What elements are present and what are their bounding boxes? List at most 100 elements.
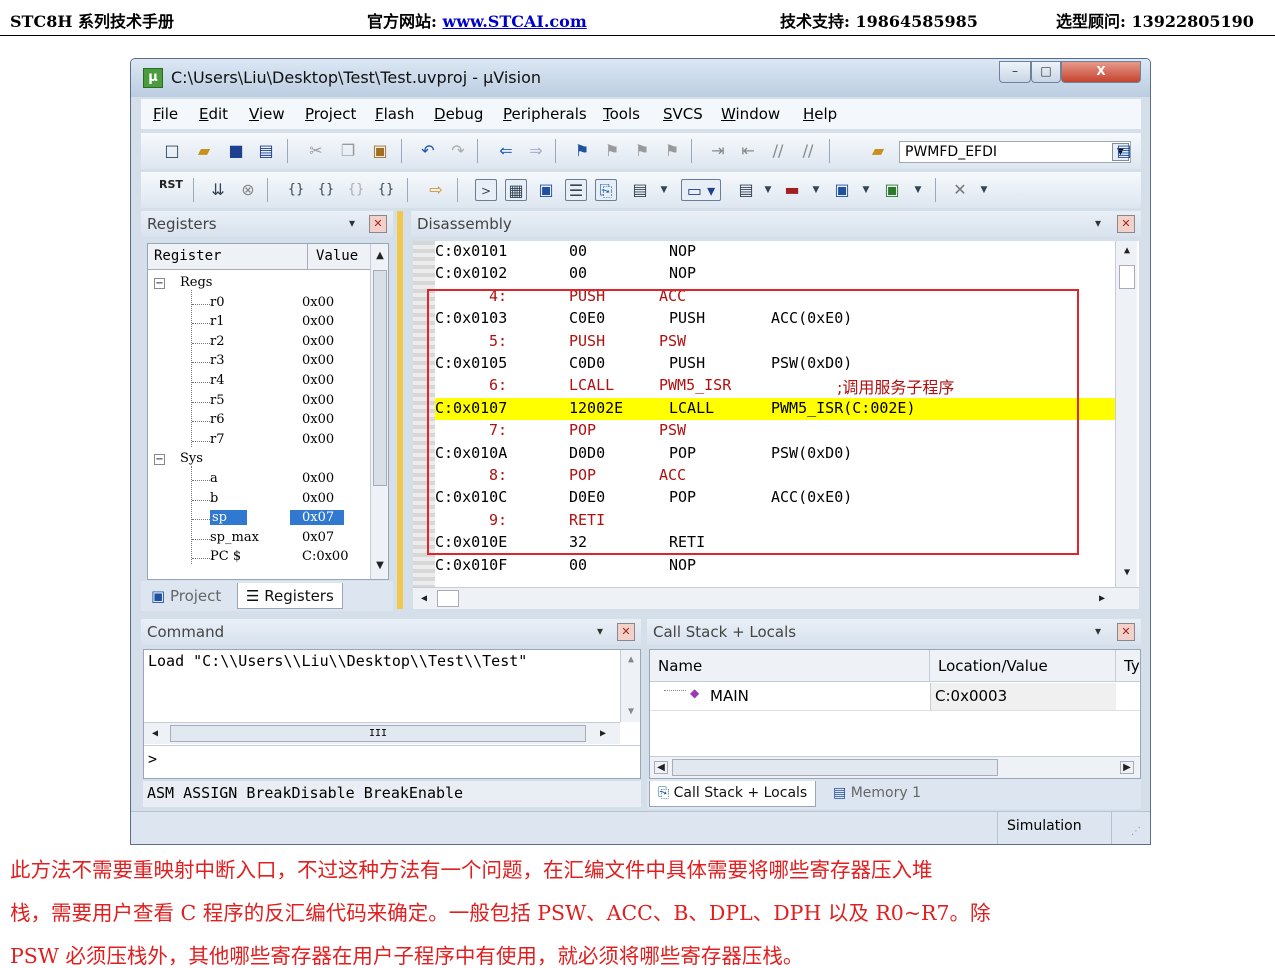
bookmark-icon[interactable]: ⚑ (571, 140, 593, 162)
cut-icon[interactable]: ✂ (305, 140, 327, 162)
scroll-right-icon[interactable]: ▶ (1120, 761, 1134, 774)
collapse-icon[interactable]: − (154, 278, 165, 289)
register-value[interactable]: 0x00 (302, 353, 334, 368)
scroll-down-icon[interactable]: ▼ (372, 560, 388, 571)
pin-icon[interactable]: ▾ (349, 216, 355, 230)
nav-back-icon[interactable]: ⇐ (495, 140, 517, 162)
minimize-button[interactable]: – (999, 61, 1031, 83)
save-all-icon[interactable]: ▤ (255, 140, 277, 162)
disassembly-line[interactable]: C:0x0103 C0E0 PUSH ACC(0xE0) (435, 308, 1115, 330)
undo-icon[interactable]: ↶ (417, 140, 439, 162)
command-hscroll[interactable]: ◀ III ▶ (144, 722, 620, 744)
source-line[interactable]: 5: PUSH PSW (435, 331, 1115, 353)
register-value[interactable]: 0x07 (302, 530, 334, 545)
command-input[interactable]: > (144, 745, 640, 773)
register-row[interactable]: r4 0x00 (148, 372, 368, 392)
disassembly-gutter[interactable] (413, 241, 435, 609)
name-column-header[interactable]: Name (650, 650, 930, 682)
scroll-down-icon[interactable]: ▼ (1119, 567, 1135, 578)
save-icon[interactable]: ■ (225, 140, 247, 162)
symbols-window-icon[interactable]: ▣ (535, 179, 557, 201)
command-window-icon[interactable]: > (475, 179, 497, 201)
bookmark-clear-icon[interactable]: ⚑ (661, 140, 683, 162)
scroll-left-icon[interactable]: ◀ (417, 593, 431, 604)
menu-flash[interactable]: Flash (375, 105, 414, 123)
indent-icon[interactable]: ⇥ (707, 140, 729, 162)
register-value[interactable]: 0x00 (302, 393, 334, 408)
pin-icon[interactable]: ▾ (1095, 624, 1101, 638)
disassembly-line[interactable]: C:0x0101 00 NOP (435, 241, 1115, 263)
registers-scrollbar[interactable]: ▲ ▼ (370, 244, 388, 579)
register-value[interactable]: 0x00 (302, 314, 334, 329)
type-column-header[interactable]: Ty (1116, 650, 1140, 682)
pin-icon[interactable]: ▾ (597, 624, 603, 638)
register-row[interactable]: r6 0x00 (148, 411, 368, 431)
register-value[interactable]: 0x00 (302, 491, 334, 506)
close-icon[interactable]: ✕ (369, 215, 387, 233)
menu-debug[interactable]: Debug (434, 105, 483, 123)
scroll-down-icon[interactable]: ▼ (623, 706, 639, 717)
command-vscroll[interactable]: ▲ ▼ (620, 650, 640, 722)
scroll-up-icon[interactable]: ▲ (623, 654, 639, 665)
collapse-icon[interactable]: − (154, 454, 165, 466)
register-row[interactable]: r3 0x00 (148, 352, 368, 372)
chevron-down-icon[interactable]: ▼ (907, 179, 929, 201)
menu-file[interactable]: File (153, 105, 178, 123)
register-row[interactable]: sp_max 0x07 (148, 529, 368, 549)
scroll-thumb[interactable]: III (170, 725, 586, 742)
tab-registers[interactable]: ☰ Registers (237, 583, 343, 609)
source-line[interactable]: 9: RETI (435, 510, 1115, 532)
register-value[interactable]: 0x00 (302, 373, 334, 388)
site-link[interactable]: www.STCAI.com (442, 12, 586, 31)
disassembly-line[interactable]: C:0x010A D0D0 POP PSW(0xD0) (435, 443, 1115, 465)
title-bar[interactable]: μ C:\Users\Liu\Desktop\Test\Test.uvproj … (131, 59, 1150, 97)
scroll-up-icon[interactable]: ▲ (372, 250, 388, 261)
register-row[interactable]: r7 0x00 (148, 431, 368, 451)
chevron-down-icon[interactable]: ▼ (757, 179, 779, 201)
show-next-statement-icon[interactable]: ⇨ (425, 179, 447, 201)
resize-grip-icon[interactable]: ⋰ (1131, 826, 1141, 837)
trace-window-icon[interactable]: ▣ (831, 179, 853, 201)
menu-view[interactable]: View (249, 105, 285, 123)
close-icon[interactable]: ✕ (617, 623, 635, 641)
run-icon[interactable]: ⇊ (207, 179, 229, 201)
target-select[interactable]: PWMFD_EFDI ▼ (899, 141, 1131, 163)
new-file-icon[interactable]: □ (161, 140, 183, 162)
source-line[interactable]: 4: PUSH ACC (435, 286, 1115, 308)
menu-peripherals[interactable]: Peripherals (503, 105, 587, 123)
run-to-cursor-icon[interactable]: {} (375, 179, 397, 201)
step-into-icon[interactable]: {} (285, 179, 307, 201)
register-row[interactable]: a 0x00 (148, 470, 368, 490)
register-row[interactable]: r5 0x00 (148, 392, 368, 412)
register-value[interactable]: 0x00 (302, 471, 334, 486)
register-value[interactable]: 0x00 (302, 334, 334, 349)
chevron-down-icon[interactable]: ▼ (973, 179, 995, 201)
location-column-header[interactable]: Location/Value (930, 650, 1116, 682)
disassembly-line[interactable]: C:0x0102 00 NOP (435, 263, 1115, 285)
memory-window-icon[interactable]: ▭ ▾ (681, 179, 721, 201)
redo-icon[interactable]: ↷ (447, 140, 469, 162)
register-row[interactable]: r2 0x00 (148, 333, 368, 353)
table-row[interactable]: ◆ MAIN C:0x0003 (650, 683, 1140, 711)
register-value[interactable]: 0x00 (302, 412, 334, 427)
serial-window-icon[interactable]: ▤ (735, 179, 757, 201)
disassembly-hscroll[interactable]: ◀ ▶ (413, 587, 1139, 609)
comment-icon[interactable]: // (767, 140, 789, 162)
unindent-icon[interactable]: ⇤ (737, 140, 759, 162)
chevron-down-icon[interactable]: ▼ (653, 179, 675, 201)
maximize-button[interactable]: □ (1031, 61, 1061, 83)
step-over-icon[interactable]: {} (315, 179, 337, 201)
close-icon[interactable]: ✕ (1117, 623, 1135, 641)
scroll-left-icon[interactable]: ◀ (654, 761, 668, 774)
register-row[interactable]: b 0x00 (148, 490, 368, 510)
uncomment-icon[interactable]: // (797, 140, 819, 162)
scroll-right-icon[interactable]: ▶ (596, 728, 610, 739)
paste-icon[interactable]: ▣ (369, 140, 391, 162)
watch-window-icon[interactable]: ▤ (629, 179, 651, 201)
scroll-right-icon[interactable]: ▶ (1095, 593, 1109, 604)
register-row[interactable]: sp 0x07 (148, 509, 368, 529)
register-row[interactable]: r0 0x00 (148, 294, 368, 314)
register-value[interactable]: C:0x00 (302, 549, 348, 564)
source-line[interactable]: 8: POP ACC (435, 465, 1115, 487)
menu-svcs[interactable]: SVCS (663, 105, 703, 123)
